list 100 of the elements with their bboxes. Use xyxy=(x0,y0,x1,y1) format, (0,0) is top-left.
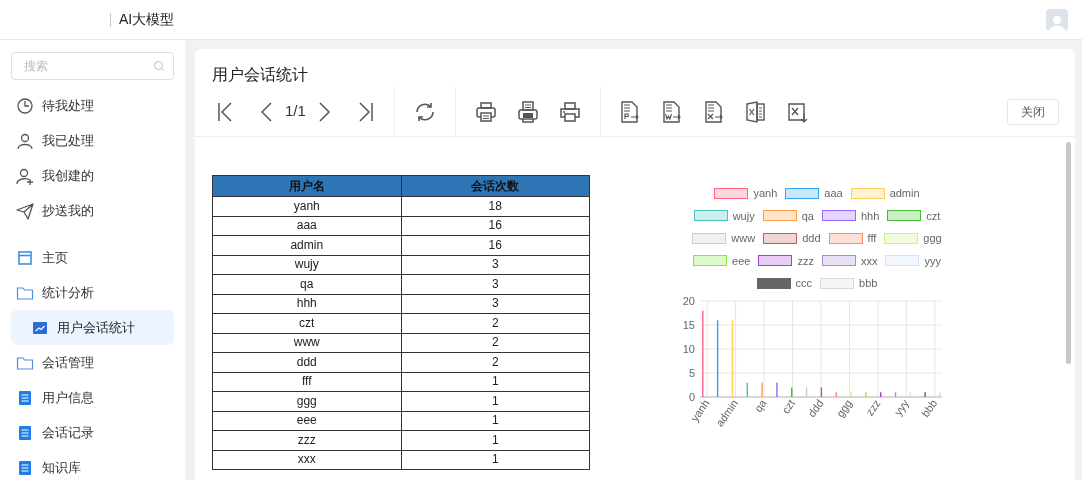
y-tick-label: 15 xyxy=(682,318,695,331)
sidebar-item-label: 用户信息 xyxy=(42,388,94,407)
table-cell: fff xyxy=(212,372,401,392)
legend-swatch[interactable] xyxy=(762,210,797,222)
scrollbar[interactable] xyxy=(1066,142,1071,364)
table-cell: zzz xyxy=(212,430,401,450)
sidebar-item[interactable]: 我创建的 xyxy=(11,158,174,193)
bar xyxy=(909,391,912,397)
legend-label: qa xyxy=(801,208,814,224)
bar xyxy=(820,386,823,397)
sidebar-item[interactable]: 抄送我的 xyxy=(11,193,174,228)
sidebar-item[interactable]: 会话记录 xyxy=(11,415,174,450)
table-cell: 1 xyxy=(401,391,590,411)
legend-label: www xyxy=(731,231,756,246)
table-cell: 2 xyxy=(401,352,590,372)
bar xyxy=(805,386,808,397)
legend-label: bbb xyxy=(859,276,878,291)
column-header: 会话次数 xyxy=(401,175,590,197)
user-icon xyxy=(16,131,34,150)
legend-swatch[interactable] xyxy=(758,255,793,267)
sidebar-item[interactable]: 用户会话统计 xyxy=(11,310,174,345)
legend-label: ddd xyxy=(802,231,821,246)
table-cell: qa xyxy=(212,274,401,294)
close-button[interactable]: 关闭 xyxy=(1007,98,1059,125)
x-tick-label: qa xyxy=(751,396,769,414)
legend-swatch[interactable] xyxy=(714,187,749,199)
sidebar-item-label: 抄送我的 xyxy=(42,201,94,220)
legend-label: admin xyxy=(889,186,920,201)
table-cell: 2 xyxy=(401,313,590,333)
sidebar-item[interactable]: 我已处理 xyxy=(11,123,174,158)
paper-plane-icon xyxy=(16,201,34,220)
sidebar-item-label: 会话记录 xyxy=(42,423,94,442)
sidebar-item[interactable]: 统计分析 xyxy=(11,275,174,310)
document-icon xyxy=(16,458,34,477)
document-icon xyxy=(16,423,34,442)
sidebar-item[interactable]: 会话管理 xyxy=(11,345,174,380)
sidebar-item[interactable]: 主页 xyxy=(11,240,174,275)
x-tick-label: ggg xyxy=(833,396,855,419)
y-tick-label: 10 xyxy=(682,342,695,355)
sidebar-item[interactable]: 用户信息 xyxy=(11,380,174,415)
bar xyxy=(894,391,897,397)
sidebar-item-label: 知识库 xyxy=(42,458,81,477)
table-cell: 16 xyxy=(401,216,590,236)
table-cell: 16 xyxy=(401,235,590,255)
table-cell: wujy xyxy=(212,255,401,275)
table-cell: aaa xyxy=(212,216,401,236)
legend-swatch[interactable] xyxy=(821,255,856,267)
legend-swatch[interactable] xyxy=(821,210,856,222)
table-cell: ggg xyxy=(212,391,401,411)
legend-label: ggg xyxy=(923,231,942,246)
print-button[interactable] xyxy=(473,99,498,124)
table-cell: 2 xyxy=(401,333,590,353)
export-word-button[interactable] xyxy=(660,99,683,124)
legend-swatch[interactable] xyxy=(828,232,863,244)
legend-swatch[interactable] xyxy=(785,187,820,199)
legend-swatch[interactable] xyxy=(756,277,791,289)
table-cell: xxx xyxy=(212,450,401,470)
table-cell: 3 xyxy=(401,274,590,294)
table-cell: czt xyxy=(212,313,401,333)
x-tick-label: zzz xyxy=(863,396,883,418)
legend-swatch[interactable] xyxy=(887,210,922,222)
sidebar-item-label: 会话管理 xyxy=(42,353,94,372)
export-pdf-button[interactable] xyxy=(618,99,641,124)
excel-sheet-button[interactable] xyxy=(744,99,767,124)
table-cell: hhh xyxy=(212,294,401,314)
legend-label: wujy xyxy=(732,208,755,224)
pdf-print-button[interactable] xyxy=(515,99,540,124)
sidebar-item-label: 我已处理 xyxy=(42,131,94,150)
sidebar-item-label: 主页 xyxy=(42,248,68,267)
legend-label: zzz xyxy=(797,253,814,269)
sidebar-item[interactable]: 知识库 xyxy=(11,450,174,480)
legend-label: fff xyxy=(867,231,877,246)
legend-swatch[interactable] xyxy=(693,210,728,222)
legend-label: aaa xyxy=(824,186,843,201)
legend-label: yanh xyxy=(753,186,778,201)
legend-swatch[interactable] xyxy=(763,232,798,244)
search-field[interactable]: 搜索 xyxy=(11,52,174,80)
x-tick-label: yyy xyxy=(891,396,912,418)
table-cell: 1 xyxy=(401,411,590,431)
legend-label: ccc xyxy=(795,276,813,291)
app-title: AI大模型 xyxy=(119,10,175,29)
table-cell: yanh xyxy=(212,196,401,216)
sidebar-item-label: 用户会话统计 xyxy=(57,318,135,337)
sidebar-item[interactable]: 待我处理 xyxy=(11,88,174,123)
table-cell: www xyxy=(212,333,401,353)
search-icon xyxy=(153,60,165,72)
export-excel-button[interactable] xyxy=(702,99,725,124)
document-icon xyxy=(16,388,34,407)
sidebar-item-label: 待我处理 xyxy=(42,96,94,115)
table-cell: 1 xyxy=(401,372,590,392)
legend-label: yyy xyxy=(924,253,941,269)
printer-button[interactable] xyxy=(557,99,582,124)
sidebar-item-label: 我创建的 xyxy=(42,166,94,185)
table-cell: admin xyxy=(212,235,401,255)
report-title: 用户会话统计 xyxy=(212,65,309,85)
table-cell: 1 xyxy=(401,430,590,450)
x-tick-label: czt xyxy=(779,396,798,416)
y-tick-label: 0 xyxy=(688,390,695,403)
clock-icon xyxy=(16,96,34,115)
sidebar-item-label: 统计分析 xyxy=(42,283,94,302)
